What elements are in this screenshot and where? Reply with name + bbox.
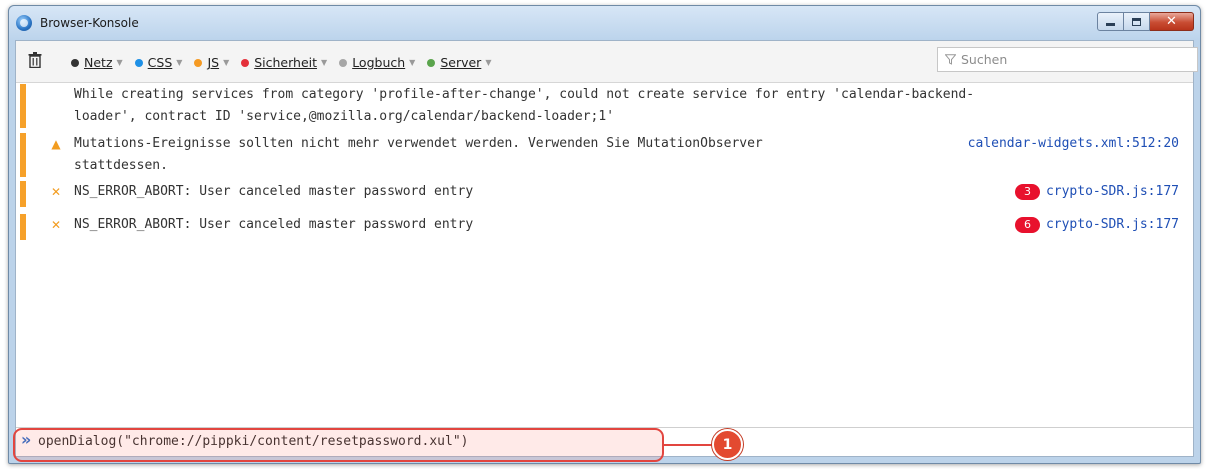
filter-bar: Netz ▼ CSS ▼ JS ▼ Sicherheit ▼ Logbuch ▼… xyxy=(71,55,503,70)
minimize-icon xyxy=(1106,23,1115,26)
filter-css[interactable]: CSS ▼ xyxy=(134,55,183,70)
log-entry-marker xyxy=(20,214,26,240)
filter-netz[interactable]: Netz ▼ xyxy=(71,55,123,70)
log-entry[interactable]: ✕ NS_ERROR_ABORT: User canceled master p… xyxy=(16,214,1193,240)
repeat-count-badge: 6 xyxy=(1014,217,1040,233)
thunderbird-app-icon xyxy=(16,15,32,31)
title-bar[interactable]: Browser-Konsole ✕ xyxy=(9,6,1200,40)
warning-icon: ▲ xyxy=(51,137,61,151)
chevron-down-icon: ▼ xyxy=(409,58,416,67)
filter-server[interactable]: Server ▼ xyxy=(427,55,491,70)
log-entry-marker xyxy=(20,181,26,207)
source-link[interactable]: crypto-SDR.js:177 xyxy=(1046,214,1179,236)
error-icon: ✕ xyxy=(50,218,62,232)
log-message: Mutations-Ereignisse sollten nicht mehr … xyxy=(74,136,763,173)
log-entry-marker xyxy=(20,84,26,128)
filter-js-label: JS xyxy=(207,55,220,70)
filter-server-label: Server xyxy=(440,55,482,70)
window-title: Browser-Konsole xyxy=(40,16,139,30)
chevron-down-icon: ▼ xyxy=(116,58,123,67)
filter-css-dot xyxy=(134,58,143,67)
annotation-highlight xyxy=(13,428,664,462)
filter-logbuch-dot xyxy=(339,58,348,67)
minimize-button[interactable] xyxy=(1097,12,1124,31)
maximize-icon xyxy=(1132,17,1141,26)
filter-js-dot xyxy=(194,58,203,67)
log-message: NS_ERROR_ABORT: User canceled master pas… xyxy=(74,217,474,232)
console-client-area: Netz ▼ CSS ▼ JS ▼ Sicherheit ▼ Logbuch ▼… xyxy=(15,40,1198,457)
source-link[interactable]: calendar-widgets.xml:512:20 xyxy=(968,133,1179,155)
log-entry[interactable]: ✕ NS_ERROR_ABORT: User canceled master p… xyxy=(16,181,1193,207)
close-icon: ✕ xyxy=(1166,14,1177,29)
window-controls: ✕ xyxy=(1097,12,1194,31)
chevron-down-icon: ▼ xyxy=(485,58,492,67)
filter-css-label: CSS xyxy=(147,55,173,70)
filter-logbuch-label: Logbuch xyxy=(352,55,406,70)
chevron-down-icon: ▼ xyxy=(223,58,230,67)
filter-netz-label: Netz xyxy=(84,55,113,70)
filter-funnel-icon xyxy=(945,54,956,65)
log-message: While creating services from category 'p… xyxy=(74,87,975,124)
console-toolbar: Netz ▼ CSS ▼ JS ▼ Sicherheit ▼ Logbuch ▼… xyxy=(16,41,1198,83)
log-message: NS_ERROR_ABORT: User canceled master pas… xyxy=(74,184,474,199)
source-link[interactable]: crypto-SDR.js:177 xyxy=(1046,181,1179,203)
filter-sicherheit-dot xyxy=(241,58,250,67)
filter-server-dot xyxy=(427,58,436,67)
search-box[interactable] xyxy=(937,47,1198,72)
filter-sicherheit-label: Sicherheit xyxy=(254,55,318,70)
log-entry[interactable]: ▲ Mutations-Ereignisse sollten nicht meh… xyxy=(16,133,1193,177)
filter-netz-dot xyxy=(71,58,79,67)
error-icon: ✕ xyxy=(50,185,62,199)
browser-console-window: Browser-Konsole ✕ Netz ▼ CSS ▼ JS ▼ Sich… xyxy=(8,5,1201,464)
close-button[interactable]: ✕ xyxy=(1150,12,1194,31)
filter-js[interactable]: JS ▼ xyxy=(194,55,229,70)
filter-sicherheit[interactable]: Sicherheit ▼ xyxy=(241,55,327,70)
annotation-connector xyxy=(664,444,714,446)
log-source: 3 crypto-SDR.js:177 xyxy=(1014,181,1179,203)
repeat-count-badge: 3 xyxy=(1014,184,1040,200)
trash-icon[interactable] xyxy=(28,52,42,68)
log-entry[interactable]: While creating services from category 'p… xyxy=(16,84,1193,128)
chevron-down-icon: ▼ xyxy=(321,58,328,67)
chevron-down-icon: ▼ xyxy=(176,58,183,67)
log-source: calendar-widgets.xml:512:20 xyxy=(968,133,1179,155)
maximize-button[interactable] xyxy=(1124,12,1150,31)
filter-logbuch[interactable]: Logbuch ▼ xyxy=(339,55,415,70)
console-output[interactable]: While creating services from category 'p… xyxy=(16,84,1193,418)
log-entry-marker xyxy=(20,133,26,177)
search-input[interactable] xyxy=(961,52,1181,67)
annotation-callout-badge: 1 xyxy=(712,429,743,460)
log-source: 6 crypto-SDR.js:177 xyxy=(1014,214,1179,236)
